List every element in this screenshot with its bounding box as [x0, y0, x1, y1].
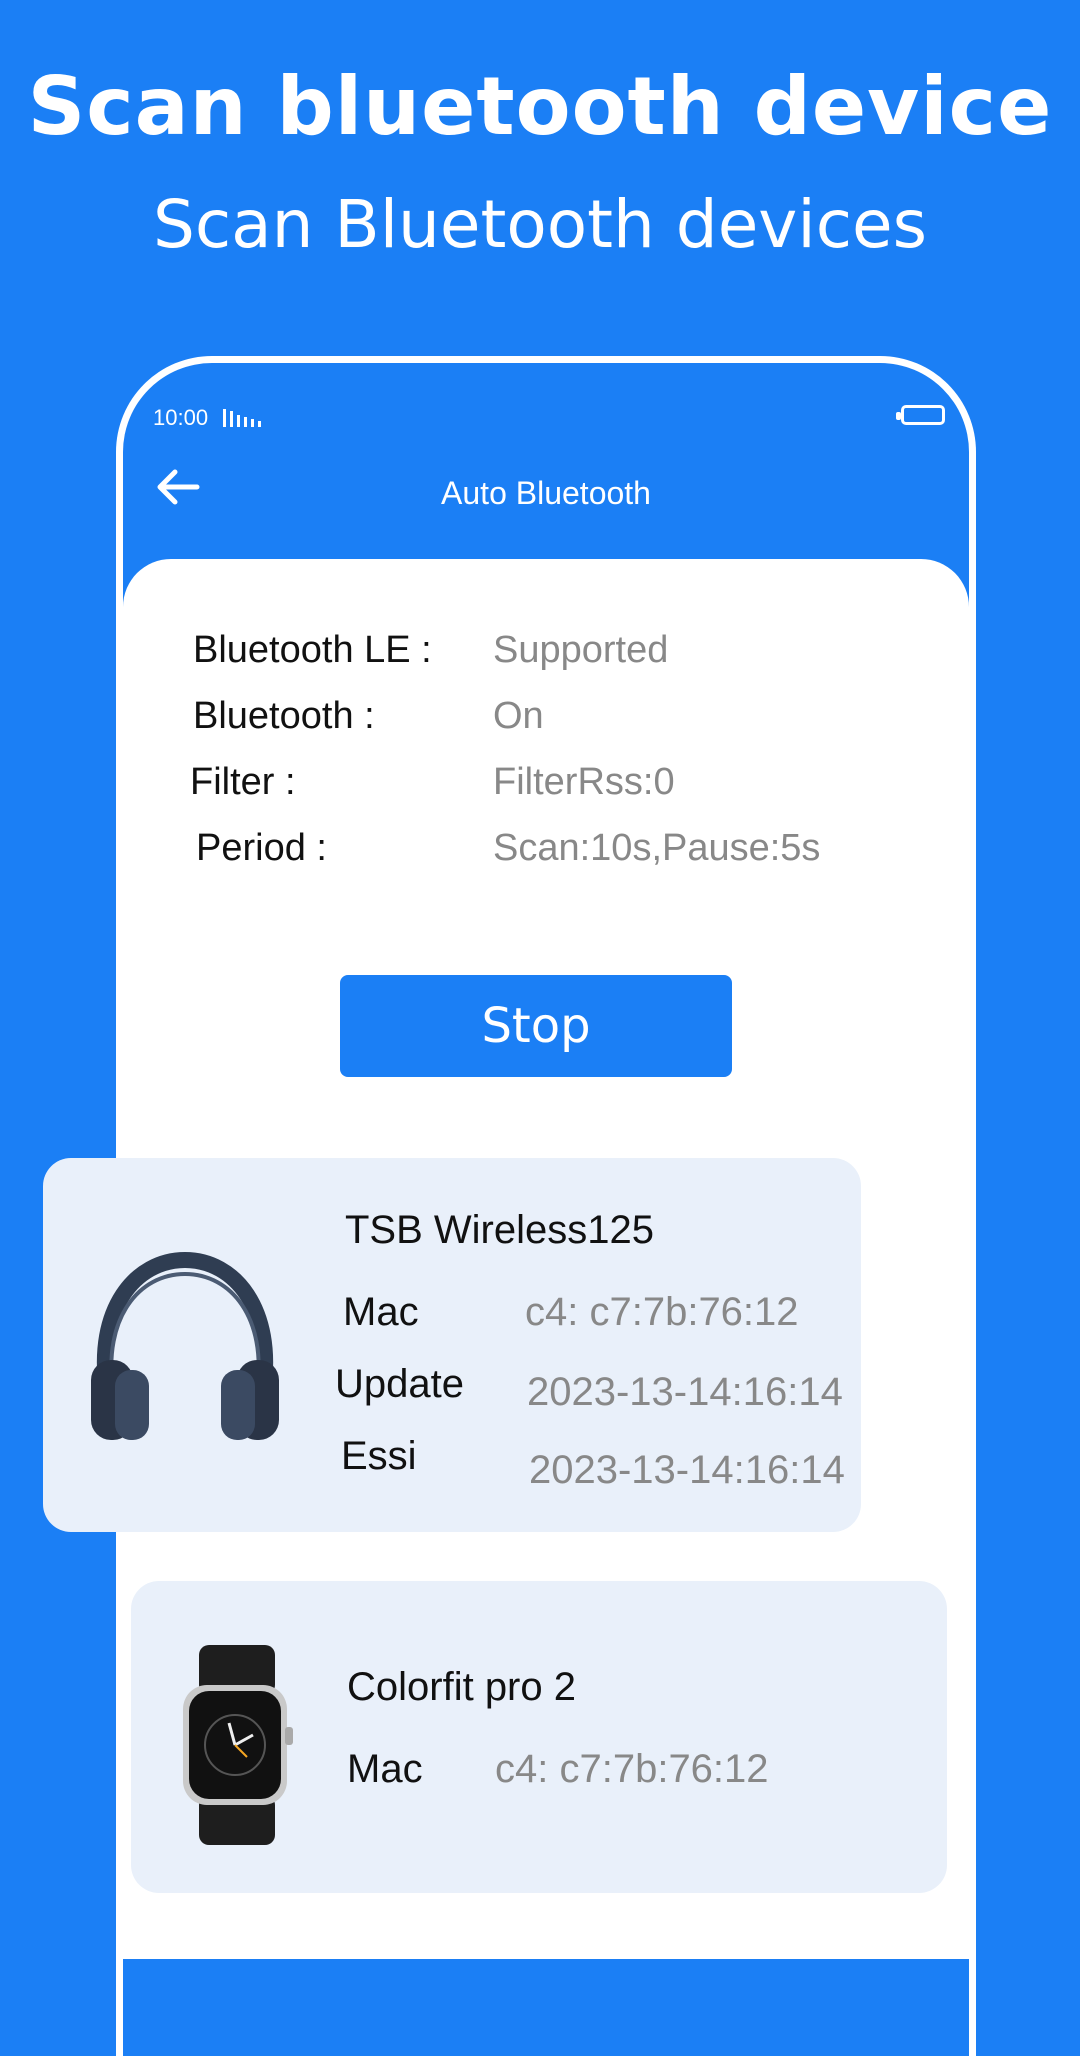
status-time: 10:00	[153, 405, 209, 430]
headphones-icon	[91, 1251, 279, 1440]
smartwatch-icon	[183, 1645, 293, 1845]
info-value: Scan:10s,Pause:5s	[493, 827, 821, 869]
device-field-value: c4: c7:7b:76:12	[525, 1290, 799, 1334]
info-value: Supported	[493, 629, 669, 671]
device-card[interactable]: Colorfit pro 2 Mac c4: c7:7b:76:12	[131, 1581, 947, 1893]
promo-subheadline: Scan Bluetooth devices	[153, 186, 927, 263]
signal-icon	[223, 409, 261, 427]
device-field-value: 2023-13-14:16:14	[529, 1448, 845, 1492]
info-label: Filter :	[190, 761, 296, 803]
info-label: Bluetooth :	[193, 695, 375, 737]
info-value: FilterRss:0	[493, 761, 675, 803]
device-field-label: Mac	[347, 1747, 423, 1791]
stop-button[interactable]: Stop	[340, 975, 732, 1077]
device-field-label: Essi	[341, 1434, 417, 1478]
device-field-value: 2023-13-14:16:14	[527, 1370, 843, 1414]
device-field-label: Update	[335, 1362, 464, 1406]
info-label: Bluetooth LE :	[193, 629, 432, 671]
device-field-label: Mac	[343, 1290, 419, 1334]
battery-icon	[896, 405, 945, 425]
device-card[interactable]: TSB Wireless125 Mac c4: c7:7b:76:12 Upda…	[43, 1158, 861, 1532]
info-label: Period :	[196, 827, 327, 869]
promo-headline: Scan bluetooth device	[27, 60, 1053, 153]
device-field-value: c4: c7:7b:76:12	[495, 1747, 769, 1791]
app-bar-title: Auto Bluetooth	[441, 475, 651, 511]
device-name: TSB Wireless125	[345, 1208, 654, 1252]
info-value: On	[493, 695, 544, 737]
device-name: Colorfit pro 2	[347, 1665, 576, 1709]
